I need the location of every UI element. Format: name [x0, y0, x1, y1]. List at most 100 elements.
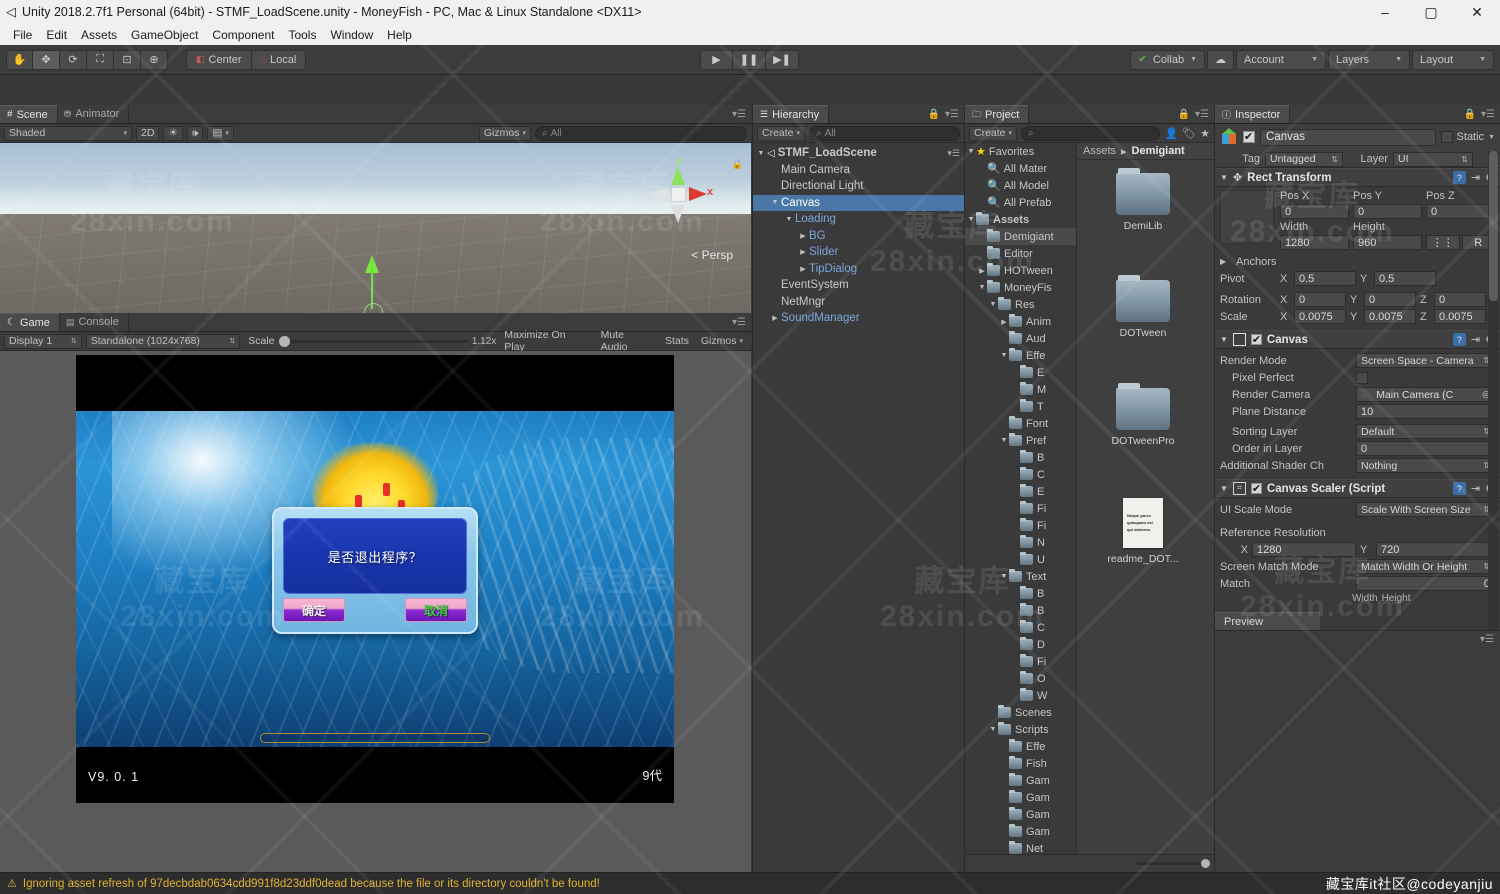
tab-console[interactable]: ▤ Console — [60, 313, 129, 331]
project-tree-item-c[interactable]: ▶C — [965, 619, 1076, 636]
icon-size-slider[interactable] — [1136, 862, 1208, 865]
maximize-button[interactable]: ▢ — [1408, 0, 1454, 24]
hierarchy-lock-icon[interactable]: 🔒 — [928, 109, 940, 120]
stats-toggle[interactable]: Stats — [661, 334, 693, 349]
hierarchy-item-canvas[interactable]: ▼Canvas — [753, 195, 964, 212]
favorite-filter-icon[interactable]: ★ — [1200, 127, 1210, 140]
move-tool-icon[interactable]: ✥ — [33, 50, 60, 70]
project-asset-grid[interactable]: Assets ▸ Demigiant DemiLibDOTweenDOTween… — [1077, 143, 1214, 854]
collapse-triangle-icon[interactable]: ▶ — [977, 267, 987, 275]
pivot-rotation-button[interactable]: ⌂ Local — [252, 50, 307, 70]
pos-z-field[interactable]: 0 — [1426, 204, 1495, 219]
menu-item-window[interactable]: Window — [323, 28, 380, 42]
project-tree-item-b[interactable]: ▶B — [965, 585, 1076, 602]
hierarchy-item-slider[interactable]: ▶Slider — [753, 244, 964, 261]
project-tree-item-e[interactable]: ▶E — [965, 483, 1076, 500]
canvas-component-header[interactable]: ▼ Canvas ? ⇥ ⚙ — [1215, 330, 1500, 349]
project-tree-item-t[interactable]: ▶T — [965, 398, 1076, 415]
project-create-button[interactable]: Create ▾ — [969, 126, 1017, 141]
project-tree-item-m[interactable]: ▶M — [965, 381, 1076, 398]
preset-icon[interactable]: ⇥ — [1471, 482, 1480, 495]
expand-triangle-icon[interactable]: ▼ — [966, 216, 976, 223]
axis-y-cone[interactable] — [671, 167, 685, 185]
project-tree-item-fi[interactable]: ▶Fi — [965, 517, 1076, 534]
scale-tool-icon[interactable]: ⛶ — [87, 50, 114, 70]
scene-lock-icon[interactable]: 🔒 — [732, 159, 743, 170]
blueprint-mode-button[interactable]: ⋮⋮ — [1426, 235, 1460, 250]
project-tree-item-o[interactable]: ▶O — [965, 670, 1076, 687]
project-tree-item-u[interactable]: ▶U — [965, 551, 1076, 568]
hand-tool-icon[interactable]: ✋ — [6, 50, 33, 70]
minimize-button[interactable]: – — [1362, 0, 1408, 24]
mute-audio-toggle[interactable]: Mute Audio — [597, 334, 657, 349]
anchors-expand-icon[interactable]: ▶ — [1220, 257, 1232, 266]
additional-shader-dropdown[interactable]: Nothing⇅ — [1356, 458, 1495, 473]
rot-z-field[interactable]: 0 — [1434, 292, 1486, 307]
project-tree-item-all-model[interactable]: ▶🔍All Model — [965, 177, 1076, 194]
collapse-triangle-icon[interactable]: ▼ — [1220, 335, 1228, 344]
menu-item-assets[interactable]: Assets — [74, 28, 124, 42]
width-field[interactable]: 1280 — [1280, 235, 1349, 250]
gizmos-dropdown[interactable]: Gizmos ▾ — [479, 126, 531, 141]
game-panel-menu[interactable]: ▾☰ — [732, 313, 751, 331]
collapse-triangle-icon[interactable]: ▶ — [797, 248, 809, 256]
draw-mode-dropdown[interactable]: Shaded ▾ — [4, 126, 132, 141]
rot-y-field[interactable]: 0 — [1364, 292, 1416, 307]
project-tree-item-gam[interactable]: ▶Gam — [965, 789, 1076, 806]
hierarchy-item-soundmanager[interactable]: ▶SoundManager — [753, 310, 964, 327]
axis-x-cone[interactable] — [689, 187, 707, 201]
match-field[interactable]: 0 — [1356, 576, 1495, 591]
project-tree-item-favorites[interactable]: ▼★Favorites — [965, 143, 1076, 160]
scale-x-field[interactable]: 0.0075 — [1294, 309, 1346, 324]
maximize-on-play-toggle[interactable]: Maximize On Play — [500, 334, 592, 349]
asset-item[interactable]: Neque porro quisquam est qui dolorem.rea… — [1083, 498, 1203, 565]
pivot-x-field[interactable]: 0.5 — [1294, 271, 1356, 286]
hierarchy-item-directional-light[interactable]: ▶Directional Light — [753, 178, 964, 195]
collapse-triangle-icon[interactable]: ▼ — [1220, 173, 1228, 182]
project-search-input[interactable]: ⌕ — [1021, 126, 1160, 141]
project-tree-item-all-mater[interactable]: ▶🔍All Mater — [965, 160, 1076, 177]
axis-gizmo-core[interactable] — [671, 187, 686, 202]
render-mode-dropdown[interactable]: Screen Space - Camera⇅ — [1356, 353, 1495, 368]
project-tree-item-d[interactable]: ▶D — [965, 636, 1076, 653]
help-icon[interactable]: ? — [1453, 333, 1466, 346]
gameobject-name-field[interactable]: Canvas — [1260, 129, 1436, 146]
scale-z-field[interactable]: 0.0075 — [1434, 309, 1486, 324]
game-gizmos-dropdown[interactable]: Gizmos▾ — [697, 334, 747, 349]
layer-dropdown[interactable]: UI⇅ — [1393, 152, 1473, 167]
project-tree-item-text[interactable]: ▼Text — [965, 568, 1076, 585]
expand-triangle-icon[interactable]: ▼ — [999, 437, 1009, 444]
transform-tool-icon[interactable]: ⊕ — [141, 50, 168, 70]
tab-scene[interactable]: # Scene — [0, 105, 58, 123]
pause-button[interactable]: ❚❚ — [733, 50, 766, 70]
project-tree-item-scenes[interactable]: ▶Scenes — [965, 704, 1076, 721]
panel-menu-icon[interactable]: ▾☰ — [1195, 109, 1209, 120]
height-field[interactable]: 960 — [1353, 235, 1422, 250]
project-tree-item-net[interactable]: ▶Net — [965, 840, 1076, 854]
project-lock-icon[interactable]: 🔒 — [1178, 109, 1190, 120]
project-tree-item-all-prefab[interactable]: ▶🔍All Prefab — [965, 194, 1076, 211]
project-tree-item-moneyfis[interactable]: ▼MoneyFis — [965, 279, 1076, 296]
breadcrumb-assets[interactable]: Assets — [1083, 145, 1116, 157]
asset-item[interactable]: DemiLib — [1083, 173, 1203, 232]
project-tree-item-gam[interactable]: ▶Gam — [965, 772, 1076, 789]
expand-triangle-icon[interactable]: ▼ — [999, 352, 1009, 359]
pixel-perfect-checkbox[interactable] — [1356, 372, 1368, 384]
ui-scale-mode-dropdown[interactable]: Scale With Screen Size⇅ — [1356, 502, 1495, 517]
menu-item-tools[interactable]: Tools — [281, 28, 323, 42]
scene-search-input[interactable]: ⌕ All — [535, 126, 747, 141]
perspective-label[interactable]: < Persp — [691, 248, 733, 262]
plane-distance-field[interactable]: 10 — [1356, 404, 1495, 419]
tag-dropdown[interactable]: Untagged⇅ — [1265, 152, 1343, 167]
step-button[interactable]: ▶❚ — [766, 50, 799, 70]
menu-item-edit[interactable]: Edit — [39, 28, 74, 42]
rect-tool-icon[interactable]: ⊡ — [114, 50, 141, 70]
axis-x-neg-cone[interactable] — [650, 187, 668, 201]
inspector-lock-icon[interactable]: 🔒 — [1464, 109, 1476, 120]
project-tree-item-gam[interactable]: ▶Gam — [965, 806, 1076, 823]
pos-y-field[interactable]: 0 — [1353, 204, 1422, 219]
tab-hierarchy[interactable]: ☰ Hierarchy — [753, 105, 829, 123]
project-tree-item-fi[interactable]: ▶Fi — [965, 653, 1076, 670]
axis-y-neg-cone[interactable] — [671, 205, 685, 223]
preview-tab[interactable]: Preview — [1215, 612, 1320, 630]
